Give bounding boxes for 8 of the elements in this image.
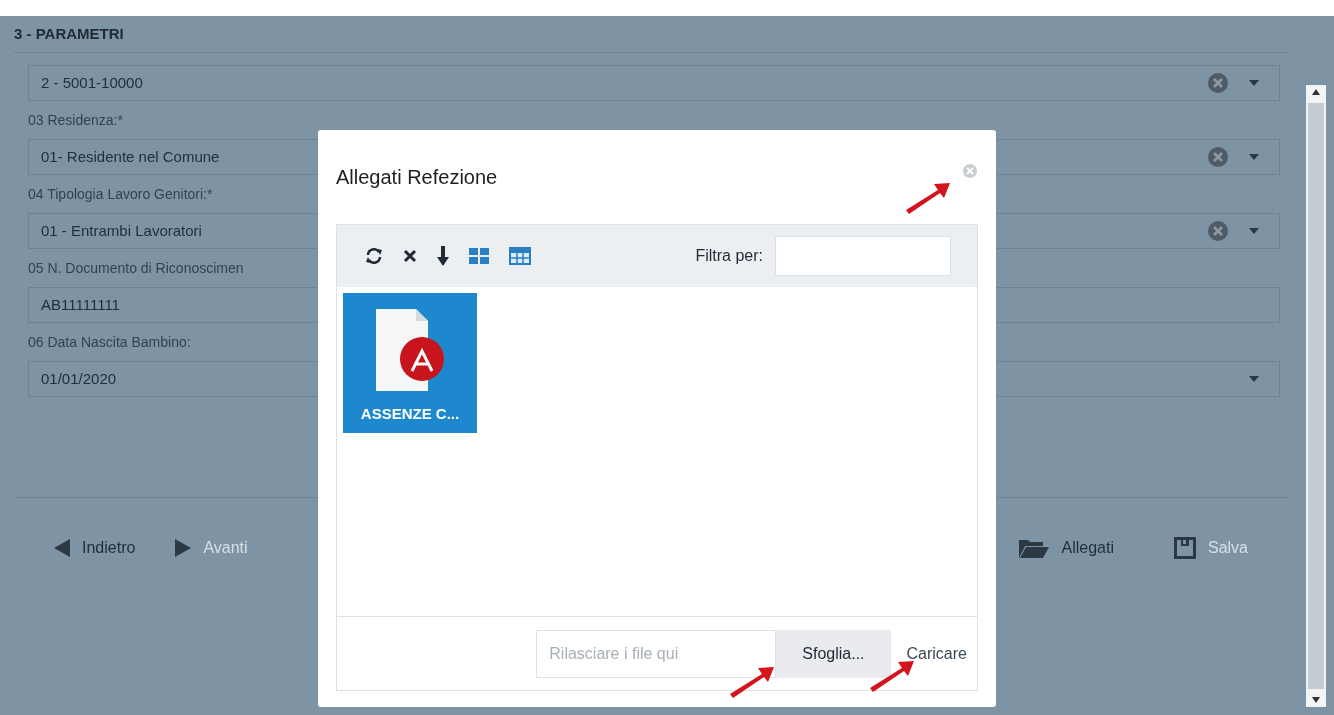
field-label: 06 Data Nascita Bambino: [28, 333, 191, 352]
field-label: 05 N. Documento di Riconoscimen [28, 259, 244, 278]
file-name: ASSENZE C... [360, 403, 460, 424]
dialog-title: Allegati Refezione [336, 165, 498, 190]
field-label: 04 Tipologia Lavoro Genitori:* [28, 185, 213, 204]
filter-label: Filtra per: [695, 246, 763, 266]
field-label: 03 Residenza:* [28, 111, 123, 130]
section-title: 3 - PARAMETRI [14, 23, 124, 44]
